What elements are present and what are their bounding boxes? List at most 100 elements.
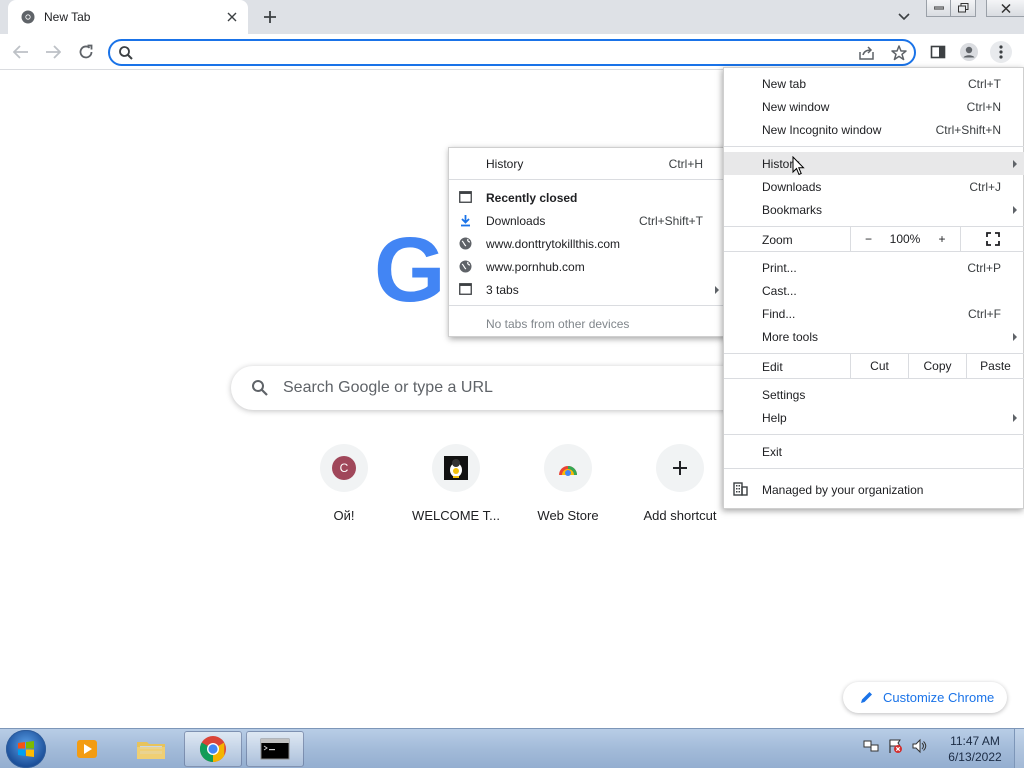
search-icon [251,379,269,397]
submenu-item-label: No tabs from other devices [486,317,630,331]
zoom-in-button[interactable]: + [924,227,960,251]
folder-icon [137,742,165,759]
paste-button[interactable]: Paste [966,354,1024,378]
new-tab-plus-icon[interactable] [258,6,282,28]
menu-item-new-tab[interactable]: New tab Ctrl+T [724,72,1024,95]
plus-icon [672,460,688,476]
menu-item-settings[interactable]: Settings [724,383,1024,406]
menu-row-zoom: Zoom − 100% + [724,227,1024,251]
chrome-icon [199,736,226,763]
submenu-item-downloads[interactable]: Downloads Ctrl+Shift+T [449,209,727,232]
start-button[interactable] [6,730,46,768]
address-input[interactable] [140,43,840,62]
zoom-out-button[interactable]: − [850,227,886,251]
separator [449,305,727,306]
star-icon[interactable] [890,44,908,62]
chrome-main-menu: New tab Ctrl+T New window Ctrl+N New Inc… [723,67,1024,509]
cut-button[interactable]: Cut [850,354,908,378]
menu-item-find[interactable]: Find... Ctrl+F [724,302,1024,325]
fullscreen-button[interactable] [960,227,1024,251]
shortcut-text: Ctrl+Shift+T [638,214,703,228]
submenu-arrow-icon [1013,206,1017,214]
menu-item-label: Exit [762,445,783,459]
tab-search-chevron-down-icon[interactable] [894,8,914,26]
media-player-icon [77,740,97,758]
menu-item-more-tools[interactable]: More tools [724,325,1024,348]
window-icon [459,283,472,296]
profile-icon[interactable] [958,41,980,63]
tab-strip: New Tab [0,0,1024,34]
window-controls [926,0,1024,18]
menu-item-history[interactable]: History [724,152,1024,175]
menu-item-label: Cast... [762,284,797,298]
menu-item-label: Help [762,411,787,425]
back-icon[interactable] [10,41,32,63]
menu-item-help[interactable]: Help [724,406,1024,429]
building-icon [733,482,748,496]
forward-icon[interactable] [42,41,64,63]
menu-row-edit: Edit Cut Copy Paste [724,354,1024,378]
shortcut-text: Ctrl+J [969,180,1001,194]
kebab-menu-icon[interactable] [990,41,1012,63]
penguin-favicon-icon [444,456,468,480]
omnibox[interactable] [108,39,916,66]
window-icon [459,191,472,204]
minimize-button[interactable] [926,0,951,17]
taskbar-clock[interactable]: 11:47 AM 6/13/2022 [940,733,1010,765]
submenu-item-label: www.donttrytokillthis.com [486,237,621,251]
menu-item-label: Print... [762,261,797,275]
submenu-item-label: Recently closed [486,191,578,205]
menu-item-bookmarks[interactable]: Bookmarks [724,198,1024,221]
volume-icon[interactable] [910,737,928,755]
shortcut-text: Ctrl+P [967,261,1001,275]
shortcut-tile[interactable]: Web Store [512,440,624,530]
taskbar-cmd[interactable] [246,731,304,767]
submenu-item-tabs[interactable]: 3 tabs [449,278,727,301]
submenu-arrow-icon [1013,160,1017,168]
search-icon [118,45,134,61]
submenu-item-history[interactable]: History Ctrl+H [449,152,727,175]
reload-icon[interactable] [75,41,97,63]
clock-date: 6/13/2022 [948,750,1002,764]
tab-close-icon[interactable] [224,9,240,25]
restore-button[interactable] [951,0,976,17]
shortcut-tile[interactable]: WELCOME T... [400,440,512,530]
menu-item-label: Downloads [762,180,822,194]
menu-item-cast[interactable]: Cast... [724,279,1024,302]
menu-item-label: More tools [762,330,819,344]
sidepanel-icon[interactable] [927,41,949,63]
menu-item-label: New tab [762,77,807,91]
submenu-item-site[interactable]: www.donttrytokillthis.com [449,232,727,255]
globe-icon [459,260,472,273]
menu-item-downloads[interactable]: Downloads Ctrl+J [724,175,1024,198]
customize-chrome-button[interactable]: Customize Chrome [843,682,1007,713]
zoom-controls: − 100% + [850,227,1024,251]
taskbar-explorer[interactable] [122,731,180,767]
submenu-item-label: History [486,157,524,171]
tab-new-tab[interactable]: New Tab [8,0,248,34]
show-desktop-button[interactable] [1014,729,1024,768]
submenu-arrow-icon [1013,333,1017,341]
action-center-flag-icon[interactable] [886,737,904,755]
menu-item-managed[interactable]: Managed by your organization [724,478,1024,501]
shortcut-tile[interactable]: C Ой! [288,440,400,530]
menu-item-label: Settings [762,388,806,402]
clock-time: 11:47 AM [950,734,1000,748]
add-shortcut-tile[interactable]: Add shortcut [624,440,736,530]
ntp-search-box[interactable]: Search Google or type a URL [231,366,791,410]
shortcut-text: Ctrl+H [668,157,703,171]
copy-button[interactable]: Copy [908,354,966,378]
google-logo: G [374,219,446,321]
menu-item-new-incognito[interactable]: New Incognito window Ctrl+Shift+N [724,118,1024,141]
menu-item-label: Managed by your organization [762,483,924,497]
submenu-item-label: www.pornhub.com [486,260,585,274]
menu-item-exit[interactable]: Exit [724,440,1024,463]
taskbar-chrome[interactable] [184,731,242,767]
network-icon[interactable] [862,737,880,755]
menu-item-new-window[interactable]: New window Ctrl+N [724,95,1024,118]
menu-item-print[interactable]: Print... Ctrl+P [724,256,1024,279]
close-window-button[interactable] [986,0,1024,17]
submenu-item-site[interactable]: www.pornhub.com [449,255,727,278]
share-icon[interactable] [858,44,876,62]
taskbar-media-player[interactable] [58,731,116,767]
